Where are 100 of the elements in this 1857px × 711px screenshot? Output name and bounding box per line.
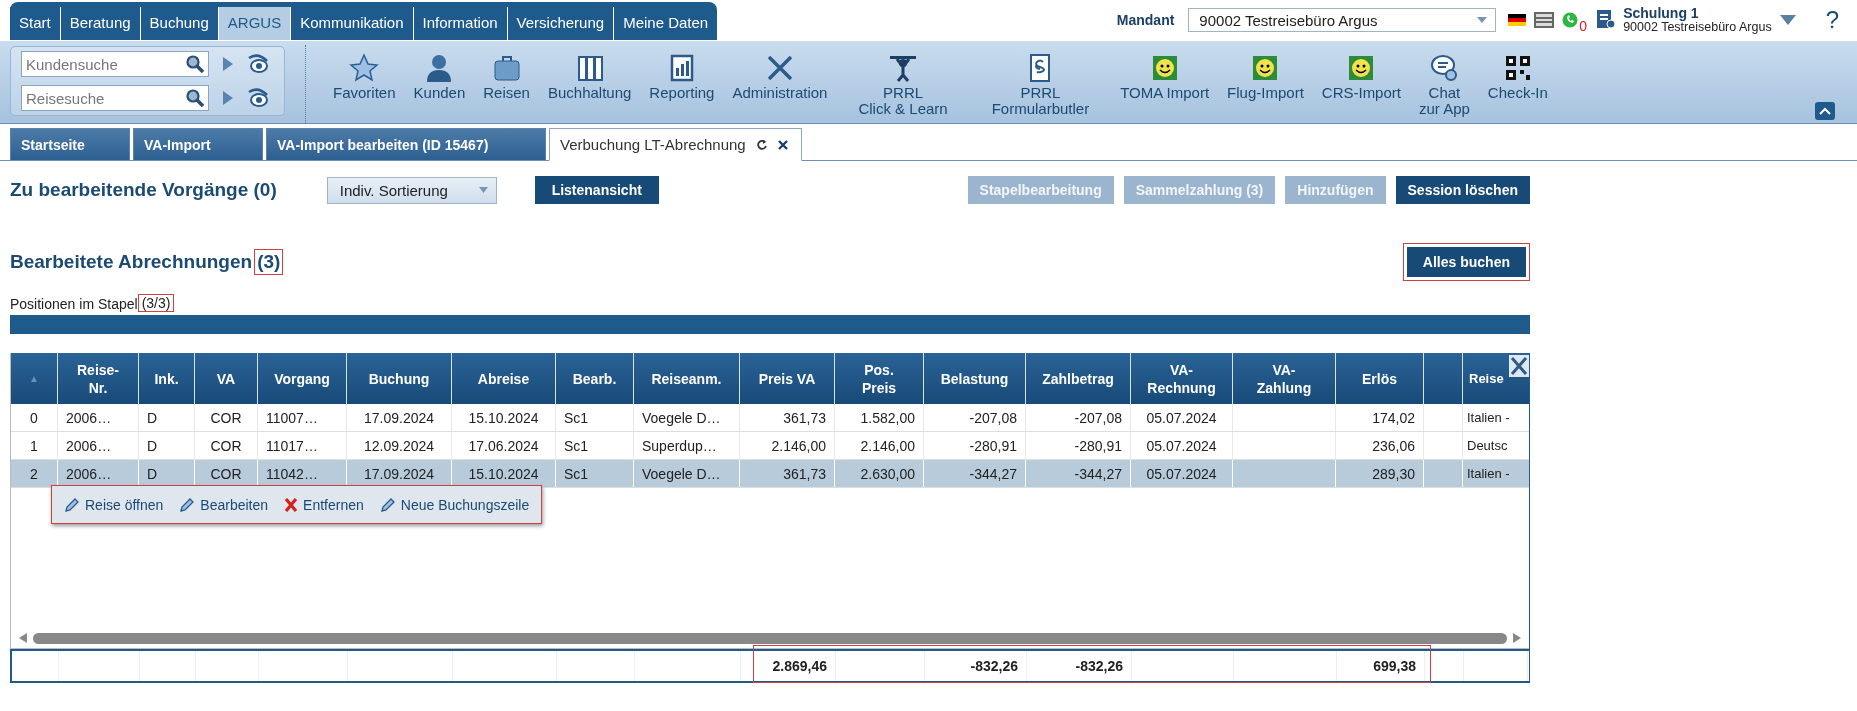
total-cell: -832,26 [1075,658,1123,674]
eye-icon[interactable] [247,88,269,108]
table-cell: COR [210,409,242,426]
column-header[interactable]: VA- Rechnung [1131,353,1233,404]
column-header[interactable]: Belastung [924,353,1026,404]
chat-icon [1429,53,1460,83]
refresh-icon[interactable] [755,138,768,151]
user-document-icon[interactable] [1595,9,1618,31]
column-header[interactable]: Buchung [347,353,452,404]
column-header[interactable]: VA- Zahlung [1233,353,1336,404]
pencil-icon [179,496,196,513]
total-cell: 699,38 [1373,658,1416,674]
column-header[interactable]: Zahlbetrag [1026,353,1131,404]
toolbar-button[interactable]: TOMA Import [1111,53,1219,101]
table-cell: -280,91 [969,437,1017,454]
scroll-left-icon[interactable] [19,633,27,643]
table-row[interactable]: 0 2006… D COR 11007… 17.09.2024 15.10.2024 Sc1 Voegele D… 361,73 1.582,00 -207,08 -207,08 05.07.2024 174,02 Italien - [11,404,1529,432]
column-header[interactable]: Reise- Nr. [58,353,139,404]
search-field[interactable]: Reisesuche [21,85,209,111]
toolbar-button[interactable]: Check-In [1478,53,1557,101]
search-icon[interactable] [185,54,205,74]
mandant-dropdown[interactable]: 90002 Testreisebüro Argus [1188,8,1497,32]
table-cell: -207,08 [969,409,1017,426]
page-tab[interactable]: Verbuchung LT-Abrechnung [549,128,802,161]
collapse-icon[interactable] [1815,102,1835,120]
help-button[interactable]: ? [1825,6,1839,34]
menu-item[interactable]: Neue Buchungszeile [373,496,536,513]
suitcase-icon [491,53,522,83]
table-cell: 05.07.2024 [1146,465,1217,482]
table-cell: COR [210,465,242,482]
table-cell: 05.07.2024 [1146,437,1217,454]
toolbar-button[interactable]: Reporting [640,53,724,101]
flag-icon[interactable] [1508,14,1527,26]
column-header[interactable]: Abreise [452,353,556,404]
table-row[interactable]: 2 2006… D COR 11042… 17.09.2024 15.10.2024 Sc1 Voegele D… 361,73 2.630,00 -344,27 -344,27 05.07.2024 289,30 Italien - [11,460,1529,488]
toolbar-button[interactable]: Buchhaltung [538,53,641,101]
search-field[interactable]: Kundensuche [21,51,209,77]
column-header[interactable]: Ink. [139,353,195,404]
page-tab[interactable]: VA-Import bearbeiten (ID 15467) [266,128,546,160]
barcode-icon[interactable] [1534,12,1555,28]
action-button[interactable]: Session löschen [1395,176,1530,204]
column-header[interactable]: Pos. Preis [835,353,924,404]
column-header[interactable]: VA [195,353,258,404]
column-header[interactable]: Vorgang [258,353,347,404]
column-header[interactable]: Preis VA [740,353,835,404]
table-cell: -280,91 [1074,437,1122,454]
caret-icon[interactable] [1779,15,1796,25]
table-cell: Deutsc [1467,438,1508,453]
section-title: Zu bearbeitende Vorgänge (0) [10,179,277,201]
table-cell: -344,27 [969,465,1017,482]
menu-item[interactable]: Bearbeiten [173,496,275,513]
toolbar-button[interactable]: PRRL Click & Learn [836,53,970,117]
chat-bubble-icon[interactable] [1562,12,1579,28]
nav-tab[interactable]: Start [10,7,61,40]
scrollbar-thumb[interactable] [33,632,1507,644]
eye-icon[interactable] [247,54,269,74]
table-cell: 05.07.2024 [1146,409,1217,426]
toolbar-button[interactable]: PRRL Formularbutler [969,53,1112,117]
search-icon[interactable] [185,88,205,108]
table-cell: 1 [30,437,38,454]
nav-tab[interactable]: ARGUS [218,7,292,40]
column-header[interactable]: Erlös [1336,353,1424,404]
toolbar-button[interactable]: Kunden [404,53,475,101]
table-cell: 2.146,00 [860,437,915,454]
table-cell: 11042… [266,465,318,482]
toolbar-button[interactable]: Administration [723,53,837,101]
menu-item[interactable]: Entfernen [278,496,370,513]
close-icon[interactable] [777,139,788,150]
table-cell: 236,06 [1372,437,1415,454]
table-cell: Voegele D… [642,409,721,426]
tools-icon[interactable] [1509,355,1529,377]
table-cell: D [147,465,158,482]
toolbar-button[interactable]: Favoriten [324,53,405,101]
play-icon[interactable] [223,91,233,105]
column-header[interactable]: Reise [1463,353,1527,404]
table-cell: Sc1 [564,437,589,454]
sort-dropdown[interactable]: Indiv. Sortierung [326,176,497,204]
table-cell: 0 [30,409,38,426]
toolbar-button[interactable]: Chat zur App [1410,53,1479,117]
table-cell: 174,02 [1372,409,1415,426]
list-view-button[interactable]: Listenansicht [534,176,659,204]
page-tab[interactable]: VA-Import [133,128,263,160]
remove-icon [284,496,299,513]
scroll-right-icon[interactable] [1513,633,1521,643]
pencil-icon [64,496,80,513]
caret-icon[interactable] [1477,17,1488,23]
column-header[interactable]: Bearb. [556,353,634,404]
table-cell: 15.10.2024 [468,409,539,426]
column-header[interactable]: Reiseanm. [634,353,740,404]
mandant-label: Mandant [1116,12,1175,28]
menu-item[interactable]: Reise öffnen [58,496,170,513]
stack-label: Positionen im Stapel [10,296,138,312]
weightlifter-icon [888,53,919,83]
book-all-button[interactable]: Alles buchen [1406,247,1526,277]
toolbar-button[interactable]: CRS-Import [1312,53,1410,101]
toolbar-button[interactable]: Reisen [474,53,539,101]
user-office: 90002 Testreisebüro Argus [1623,20,1772,34]
page-tab[interactable]: Startseite [10,128,130,160]
play-icon[interactable] [223,57,233,71]
toolbar-button[interactable]: Flug-Import [1218,53,1313,101]
